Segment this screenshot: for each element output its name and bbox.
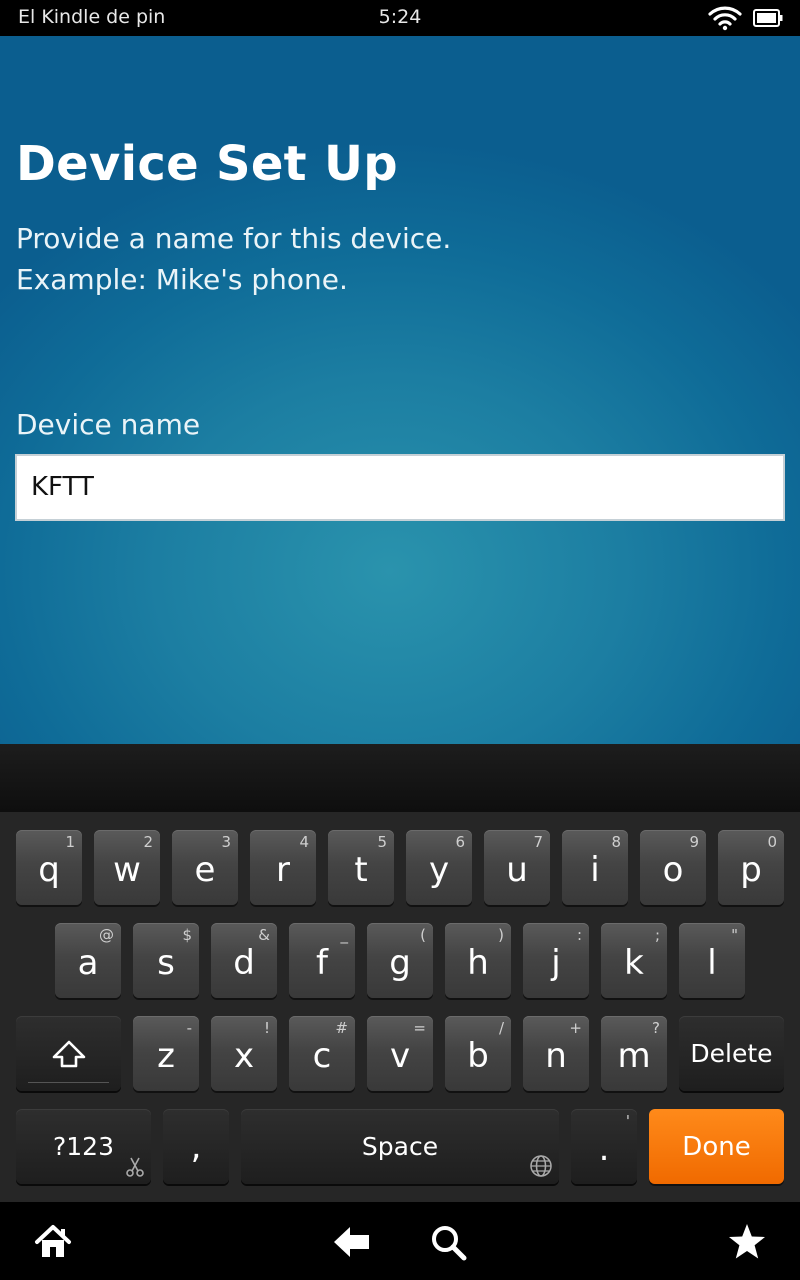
key-p[interactable]: 0p [718, 830, 784, 905]
keyboard-suggestion-strip [0, 744, 800, 812]
scissors-icon [126, 1157, 144, 1177]
nav-bar [0, 1202, 800, 1280]
key-n[interactable]: + n [523, 1016, 589, 1091]
key-u[interactable]: 7u [484, 830, 550, 905]
status-clock: 5:24 [378, 6, 422, 28]
key-z[interactable]: -z [133, 1016, 199, 1091]
shift-underline [28, 1082, 109, 1083]
device-name-label: Device name [16, 408, 201, 441]
period-key[interactable]: '. [571, 1109, 637, 1184]
key-w[interactable]: 2w [94, 830, 160, 905]
shift-key[interactable] [16, 1016, 121, 1091]
key-o[interactable]: 9o [640, 830, 706, 905]
key-l[interactable]: " l [679, 923, 745, 998]
instruction-line-1: Provide a name for this device. [16, 222, 452, 255]
key-t[interactable]: 5t [328, 830, 394, 905]
key-g[interactable]: (g [367, 923, 433, 998]
globe-icon [530, 1155, 552, 1177]
delete-key[interactable]: Delete [679, 1016, 784, 1091]
key-r[interactable]: 4r [250, 830, 316, 905]
key-f[interactable]: _ f [289, 923, 355, 998]
star-icon[interactable] [727, 1222, 767, 1262]
setup-panel: Device Set Up Provide a name for this de… [0, 36, 800, 744]
wifi-icon [708, 6, 742, 31]
comma-key[interactable]: , [163, 1109, 229, 1184]
search-icon[interactable] [428, 1222, 468, 1262]
key-s[interactable]: $ s [133, 923, 199, 998]
key-x[interactable]: ! x [211, 1016, 277, 1091]
key-v[interactable]: = v [367, 1016, 433, 1091]
key-y[interactable]: 6y [406, 830, 472, 905]
key-e[interactable]: 3e [172, 830, 238, 905]
key-i[interactable]: 8i [562, 830, 628, 905]
key-j[interactable]: :j [523, 923, 589, 998]
instruction-line-2: Example: Mike's phone. [16, 263, 348, 296]
space-key[interactable]: Space [241, 1109, 559, 1184]
key-h[interactable]: ) h [445, 923, 511, 998]
battery-icon [753, 9, 783, 27]
key-a[interactable]: @ a [55, 923, 121, 998]
page-title: Device Set Up [16, 136, 398, 192]
symbols-key[interactable]: ?123 [16, 1109, 151, 1184]
key-c[interactable]: # c [289, 1016, 355, 1091]
key-d[interactable]: & d [211, 923, 277, 998]
key-m[interactable]: ? m [601, 1016, 667, 1091]
key-q[interactable]: 1q [16, 830, 82, 905]
instructions: Provide a name for this device. Example:… [16, 218, 451, 300]
status-bar: El Kindle de pin 5:24 [0, 0, 800, 36]
back-icon[interactable] [332, 1222, 372, 1262]
shift-icon [52, 1040, 85, 1067]
done-button[interactable]: Done [649, 1109, 784, 1184]
keyboard: 1q 2w 3e 4r 5t 6y 7u 8i 9o 0p @ a $ s & d _… [0, 812, 800, 1202]
home-icon[interactable] [33, 1222, 73, 1262]
device-name-input[interactable]: KFTT [15, 454, 785, 521]
key-k[interactable]: ; k [601, 923, 667, 998]
key-b[interactable]: / b [445, 1016, 511, 1091]
